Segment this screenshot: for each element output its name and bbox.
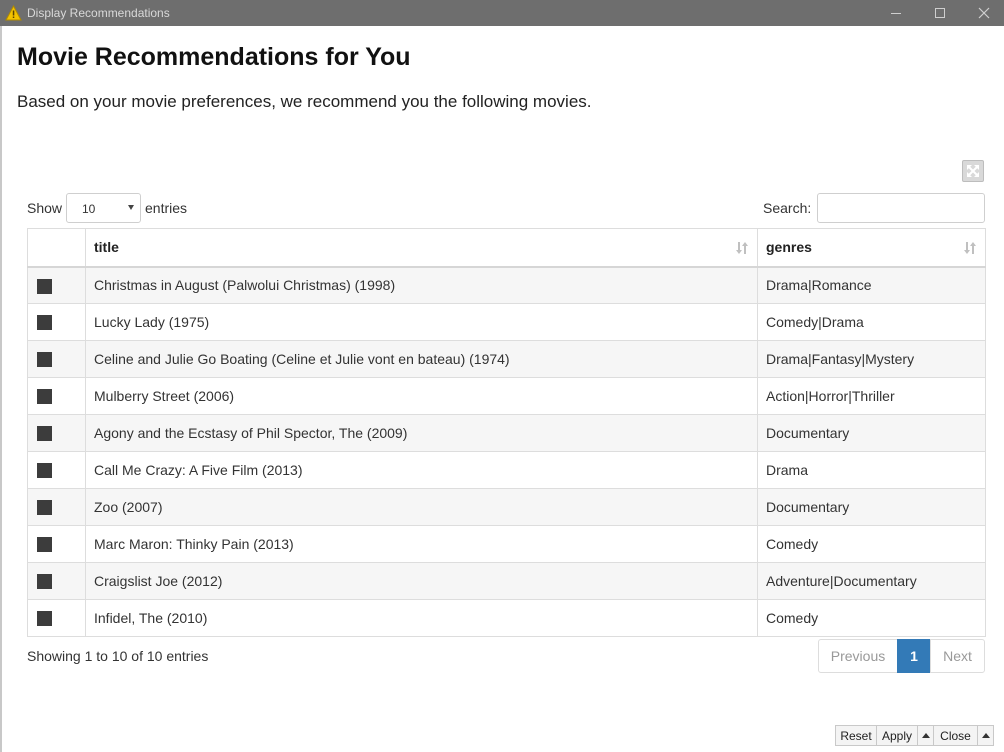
- title-cell: Celine and Julie Go Boating (Celine et J…: [85, 340, 758, 378]
- apply-button[interactable]: Apply: [876, 725, 918, 746]
- next-page-button[interactable]: Next: [930, 639, 985, 673]
- minimize-icon: [891, 13, 901, 14]
- chevron-down-icon: [128, 205, 134, 210]
- title-cell: Infidel, The (2010): [85, 599, 758, 637]
- row-select-cell[interactable]: [27, 340, 86, 378]
- row-checkbox[interactable]: [37, 389, 52, 405]
- genres-cell: Comedy: [757, 525, 986, 563]
- genres-cell: Comedy|Drama: [757, 303, 986, 341]
- window-titlebar: Display Recommendations: [0, 0, 1004, 26]
- row-select-cell[interactable]: [27, 414, 86, 452]
- close-window-button[interactable]: [962, 0, 1004, 26]
- recommendations-table: title genres Christmas in August (Palwol…: [27, 228, 986, 637]
- row-checkbox[interactable]: [37, 463, 52, 479]
- row-select-cell[interactable]: [27, 377, 86, 415]
- row-checkbox[interactable]: [37, 352, 52, 368]
- genres-cell: Comedy: [757, 599, 986, 637]
- warning-icon: [5, 5, 22, 21]
- genres-cell: Documentary: [757, 414, 986, 452]
- row-checkbox[interactable]: [37, 574, 52, 590]
- table-header-row: title genres: [27, 228, 986, 268]
- genres-cell: Drama: [757, 451, 986, 489]
- table-row[interactable]: Celine and Julie Go Boating (Celine et J…: [27, 340, 986, 378]
- dialog-footer: Reset Apply Close: [835, 725, 994, 746]
- table-info: Showing 1 to 10 of 10 entries: [27, 648, 209, 664]
- row-select-cell[interactable]: [27, 488, 86, 526]
- sort-icon: [736, 242, 748, 254]
- title-cell: Call Me Crazy: A Five Film (2013): [85, 451, 758, 489]
- apply-options-button[interactable]: [917, 725, 934, 746]
- genres-cell: Drama|Fantasy|Mystery: [757, 340, 986, 378]
- sort-icon: [964, 242, 976, 254]
- pagination: Previous 1 Next: [818, 639, 985, 673]
- table-row[interactable]: Infidel, The (2010) Comedy: [27, 599, 986, 637]
- table-row[interactable]: Marc Maron: Thinky Pain (2013) Comedy: [27, 525, 986, 563]
- title-cell: Agony and the Ecstasy of Phil Spector, T…: [85, 414, 758, 452]
- row-checkbox[interactable]: [37, 426, 52, 442]
- entries-per-page-value: 10: [82, 202, 96, 216]
- row-checkbox[interactable]: [37, 278, 52, 294]
- title-cell: Marc Maron: Thinky Pain (2013): [85, 525, 758, 563]
- maximize-button[interactable]: [918, 0, 962, 26]
- close-button[interactable]: Close: [933, 725, 978, 746]
- row-select-cell[interactable]: [27, 451, 86, 489]
- search-input[interactable]: [817, 193, 985, 223]
- page-title: Movie Recommendations for You: [17, 43, 411, 71]
- maximize-icon: [935, 8, 945, 18]
- genres-cell: Adventure|Documentary: [757, 562, 986, 600]
- window-title: Display Recommendations: [27, 6, 170, 20]
- table-row[interactable]: Christmas in August (Palwolui Christmas)…: [27, 266, 986, 304]
- title-cell: Zoo (2007): [85, 488, 758, 526]
- show-label: Show: [27, 200, 63, 216]
- genres-cell: Documentary: [757, 488, 986, 526]
- table-row[interactable]: Agony and the Ecstasy of Phil Spector, T…: [27, 414, 986, 452]
- table-row[interactable]: Zoo (2007) Documentary: [27, 488, 986, 526]
- entries-label: entries: [145, 200, 188, 216]
- window-left-border: [0, 26, 2, 752]
- close-icon: [978, 7, 990, 19]
- row-select-cell[interactable]: [27, 599, 86, 637]
- row-checkbox[interactable]: [37, 537, 52, 553]
- page-1-button[interactable]: 1: [897, 639, 931, 673]
- genres-column-label: genres: [766, 239, 812, 256]
- table-row[interactable]: Lucky Lady (1975) Comedy|Drama: [27, 303, 986, 341]
- table-row[interactable]: Craigslist Joe (2012) Adventure|Document…: [27, 562, 986, 600]
- title-column-header[interactable]: title: [85, 228, 758, 268]
- previous-page-button[interactable]: Previous: [818, 639, 898, 673]
- row-select-cell[interactable]: [27, 562, 86, 600]
- title-cell: Christmas in August (Palwolui Christmas)…: [85, 266, 758, 304]
- chevron-up-icon: [921, 733, 930, 738]
- fullscreen-button[interactable]: [962, 160, 984, 182]
- minimize-button[interactable]: [874, 0, 918, 26]
- title-cell: Mulberry Street (2006): [85, 377, 758, 415]
- close-options-button[interactable]: [977, 725, 994, 746]
- row-checkbox[interactable]: [37, 500, 52, 516]
- genres-cell: Drama|Romance: [757, 266, 986, 304]
- table-row[interactable]: Call Me Crazy: A Five Film (2013) Drama: [27, 451, 986, 489]
- row-checkbox[interactable]: [37, 315, 52, 331]
- title-cell: Lucky Lady (1975): [85, 303, 758, 341]
- row-select-cell[interactable]: [27, 303, 86, 341]
- row-select-cell[interactable]: [27, 525, 86, 563]
- row-select-cell[interactable]: [27, 266, 86, 304]
- page-description: Based on your movie preferences, we reco…: [17, 92, 592, 111]
- title-cell: Craigslist Joe (2012): [85, 562, 758, 600]
- select-column-header[interactable]: [27, 228, 86, 268]
- table-row[interactable]: Mulberry Street (2006) Action|Horror|Thr…: [27, 377, 986, 415]
- genres-cell: Action|Horror|Thriller: [757, 377, 986, 415]
- title-column-label: title: [94, 239, 119, 256]
- genres-column-header[interactable]: genres: [757, 228, 986, 268]
- reset-button[interactable]: Reset: [835, 725, 877, 746]
- expand-icon: [967, 165, 979, 177]
- entries-per-page-select[interactable]: 10: [66, 193, 141, 223]
- search-label: Search:: [763, 200, 812, 216]
- chevron-up-icon: [981, 733, 990, 738]
- row-checkbox[interactable]: [37, 611, 52, 627]
